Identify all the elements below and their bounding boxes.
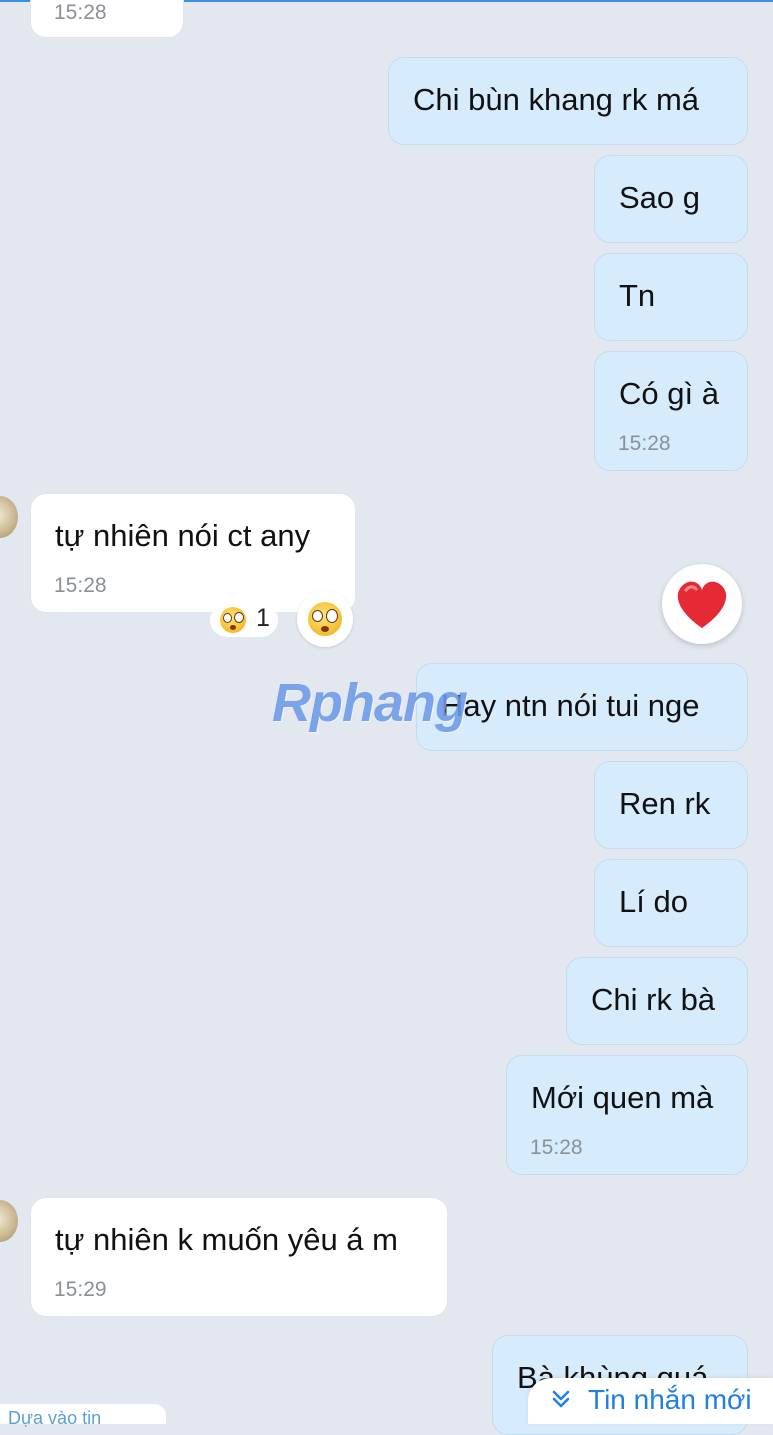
message-text: Hay ntn nói tui nge <box>441 688 700 723</box>
message-text: Mới quen mà <box>531 1080 714 1115</box>
message-time: 15:28 <box>54 574 107 597</box>
double-chevron-down-icon <box>552 1390 570 1408</box>
message-text: Sao g <box>619 180 701 215</box>
message-time: 15:28 <box>618 432 671 455</box>
message-text: Lí do <box>619 884 688 919</box>
contact-avatar[interactable] <box>0 496 18 538</box>
bottom-left-hint[interactable]: Dựa vào tin <box>0 1404 166 1428</box>
heart-icon <box>677 581 727 628</box>
bottom-left-hint-label: Dựa vào tin <box>8 1408 102 1428</box>
message-text: Chi bùn khang rk má <box>413 82 700 117</box>
message-bubble-outgoing[interactable]: Chi rk bà <box>566 957 748 1045</box>
message-text: tự nhiên k muốn yêu á m <box>55 1222 398 1257</box>
message-bubble-outgoing[interactable]: Lí do <box>594 859 748 947</box>
new-messages-button[interactable]: Tin nhắn mới <box>528 1378 773 1424</box>
message-text: Có gì à <box>619 376 719 411</box>
add-reaction-button[interactable] <box>297 591 353 647</box>
message-bubble-outgoing[interactable]: Có gì à 15:28 <box>594 351 748 471</box>
message-text: tự nhiên nói ct any <box>55 518 311 553</box>
message-bubble-incoming[interactable]: tự nhiên k muốn yêu á m 15:29 <box>30 1197 448 1317</box>
message-time: 15:28 <box>530 1136 583 1159</box>
message-time: 15:28 <box>54 1 107 24</box>
flushed-face-icon <box>308 602 342 636</box>
heart-reaction-button[interactable] <box>662 564 742 644</box>
message-bubble-outgoing[interactable]: Mới quen mà 15:28 <box>506 1055 748 1175</box>
message-bubble-outgoing[interactable]: Ren rk <box>594 761 748 849</box>
message-bubble-incoming[interactable]: 15:28 <box>30 0 184 38</box>
message-bubble-outgoing[interactable]: Hay ntn nói tui nge <box>416 663 748 751</box>
contact-avatar[interactable] <box>0 1200 18 1242</box>
message-bubble-outgoing[interactable]: Tn <box>594 253 748 341</box>
message-bubble-incoming[interactable]: tự nhiên nói ct any 15:28 <box>30 493 356 613</box>
reaction-count: 1 <box>256 604 270 632</box>
new-messages-label: Tin nhắn mới <box>588 1384 752 1415</box>
chat-area[interactable]: 15:28 Chi bùn khang rk má Sao g Tn Có gì… <box>0 0 773 1435</box>
message-text: Tn <box>619 278 656 313</box>
flushed-face-icon <box>220 607 246 633</box>
message-time: 15:29 <box>54 1278 107 1301</box>
message-text: Ren rk <box>619 786 711 821</box>
message-text: Chi rk bà <box>591 982 716 1017</box>
message-bubble-outgoing[interactable]: Chi bùn khang rk má <box>388 57 748 145</box>
message-bubble-outgoing[interactable]: Sao g <box>594 155 748 243</box>
